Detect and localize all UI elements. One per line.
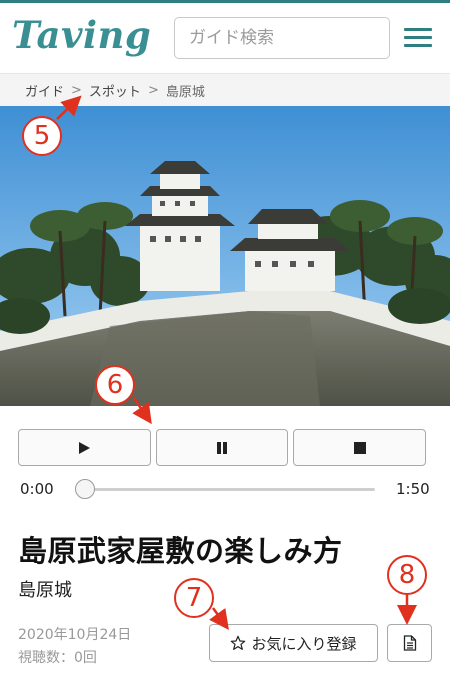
document-icon — [403, 635, 416, 651]
publish-date: 2020年10月24日 — [18, 627, 132, 643]
stop-button[interactable] — [293, 429, 427, 466]
guide-title: 島原武家屋敷の楽しみ方 — [18, 534, 343, 568]
breadcrumb-current: 島原城 — [165, 84, 205, 100]
annotation-marker-8: 8 — [387, 555, 427, 595]
view-count: 視聴数：0回 — [18, 650, 97, 666]
breadcrumb-spot[interactable]: スポット — [89, 81, 141, 100]
breadcrumb-separator: > — [147, 82, 159, 98]
breadcrumb-guide[interactable]: ガイド — [25, 81, 64, 100]
stop-icon — [353, 441, 366, 454]
star-icon — [231, 635, 246, 650]
annotation-marker-6: 6 — [95, 365, 135, 405]
add-favorite-label: お気に入り登録 — [251, 634, 357, 653]
audio-controls — [18, 429, 427, 466]
pause-icon — [217, 441, 227, 454]
add-favorite-button[interactable]: お気に入り登録 — [209, 624, 378, 662]
seek-track[interactable] — [78, 488, 375, 491]
castle-photo — [0, 106, 450, 406]
guide-search-input[interactable] — [174, 17, 390, 59]
breadcrumb: ガイド > スポット > 島原城 — [0, 73, 450, 106]
seek-slider-thumb[interactable] — [75, 479, 95, 499]
annotation-marker-7: 7 — [174, 578, 214, 618]
hamburger-menu-icon[interactable] — [402, 25, 434, 51]
annotation-marker-5: 5 — [22, 116, 62, 156]
taving-logo[interactable]: Taving — [12, 13, 151, 57]
site-header: Taving — [0, 3, 450, 73]
pause-button[interactable] — [155, 429, 289, 466]
current-time: 0:00 — [20, 480, 54, 498]
play-button[interactable] — [18, 429, 151, 466]
total-duration: 1:50 — [396, 480, 430, 498]
document-button[interactable] — [387, 624, 432, 662]
breadcrumb-separator: > — [71, 82, 82, 98]
play-icon — [79, 441, 91, 454]
spot-name: 島原城 — [18, 580, 72, 601]
